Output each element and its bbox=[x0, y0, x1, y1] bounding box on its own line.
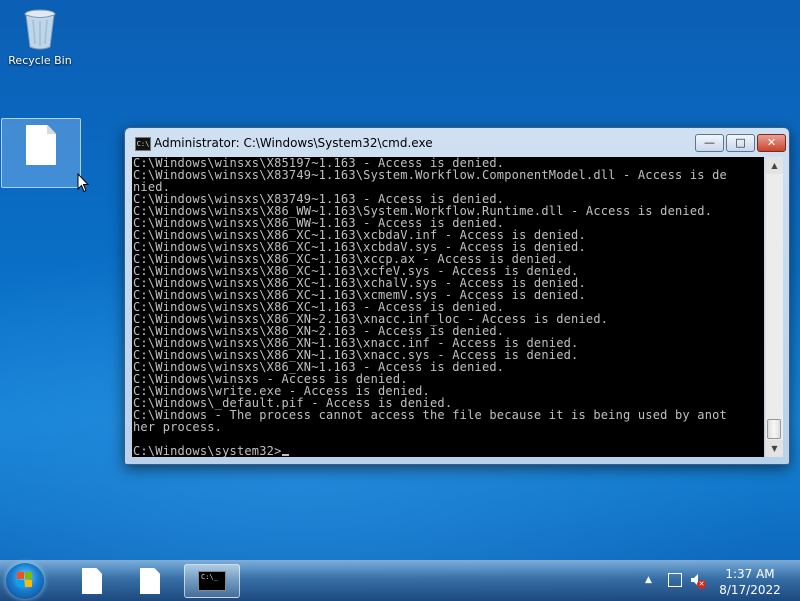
file-icon bbox=[26, 125, 56, 165]
start-button[interactable] bbox=[6, 563, 44, 599]
clock-time: 1:37 AM bbox=[725, 567, 775, 581]
scroll-down-button[interactable]: ▼ bbox=[766, 440, 783, 457]
network-icon[interactable] bbox=[668, 573, 682, 587]
maximize-button[interactable]: □ bbox=[726, 134, 755, 152]
clock[interactable]: 1:37 AM 8/17/2022 bbox=[712, 566, 788, 598]
text-cursor bbox=[281, 454, 289, 456]
command-prompt: C:\Windows\system32> bbox=[133, 444, 282, 457]
console-output[interactable]: C:\Windows\winsxs\X85197~1.163 - Access … bbox=[132, 157, 764, 457]
volume-muted-icon: ✕ bbox=[697, 580, 706, 589]
file-icon bbox=[140, 568, 160, 594]
console-line: her process. bbox=[133, 420, 223, 434]
cmd-icon: C:\ bbox=[135, 137, 151, 151]
taskbar-item-file-2[interactable] bbox=[124, 564, 176, 598]
scroll-up-button[interactable]: ▲ bbox=[766, 157, 783, 174]
clock-date: 8/17/2022 bbox=[719, 583, 781, 597]
console-line: C:\Windows\winsxs\X83749~1.163\System.Wo… bbox=[133, 168, 727, 182]
title-bar[interactable]: C:\ Administrator: C:\Windows\System32\c… bbox=[125, 128, 789, 158]
close-button[interactable]: ✕ bbox=[757, 134, 786, 152]
cmd-icon: C:\_ bbox=[198, 571, 226, 591]
mouse-cursor-icon bbox=[77, 173, 89, 193]
taskbar: C:\_ ▲ ✕ 1:37 AM 8/17/2022 bbox=[0, 560, 800, 601]
cmd-window[interactable]: C:\ Administrator: C:\Windows\System32\c… bbox=[124, 127, 790, 465]
scrollbar-thumb[interactable] bbox=[767, 419, 781, 439]
taskbar-item-file-1[interactable] bbox=[66, 564, 118, 598]
command-prompt-line[interactable]: C:\Windows\system32> bbox=[132, 445, 764, 457]
vertical-scrollbar[interactable]: ▲ ▼ bbox=[765, 157, 783, 457]
recycle-bin-label: Recycle Bin bbox=[8, 54, 72, 67]
console-line: C:\Windows - The process cannot access t… bbox=[133, 408, 727, 422]
file-icon bbox=[82, 568, 102, 594]
show-hidden-icons-button[interactable]: ▲ bbox=[645, 575, 652, 585]
minimize-button[interactable]: — bbox=[695, 134, 724, 152]
recycle-bin-icon bbox=[23, 8, 57, 50]
taskbar-item-cmd[interactable]: C:\_ bbox=[184, 564, 240, 598]
recycle-bin-shortcut[interactable]: Recycle Bin bbox=[4, 6, 76, 76]
console-text: C:\Windows\winsxs\X85197~1.163 - Access … bbox=[132, 157, 764, 433]
windows-start-icon bbox=[17, 572, 33, 588]
window-title: Administrator: C:\Windows\System32\cmd.e… bbox=[154, 136, 433, 150]
desktop-file-selected[interactable] bbox=[1, 118, 81, 188]
